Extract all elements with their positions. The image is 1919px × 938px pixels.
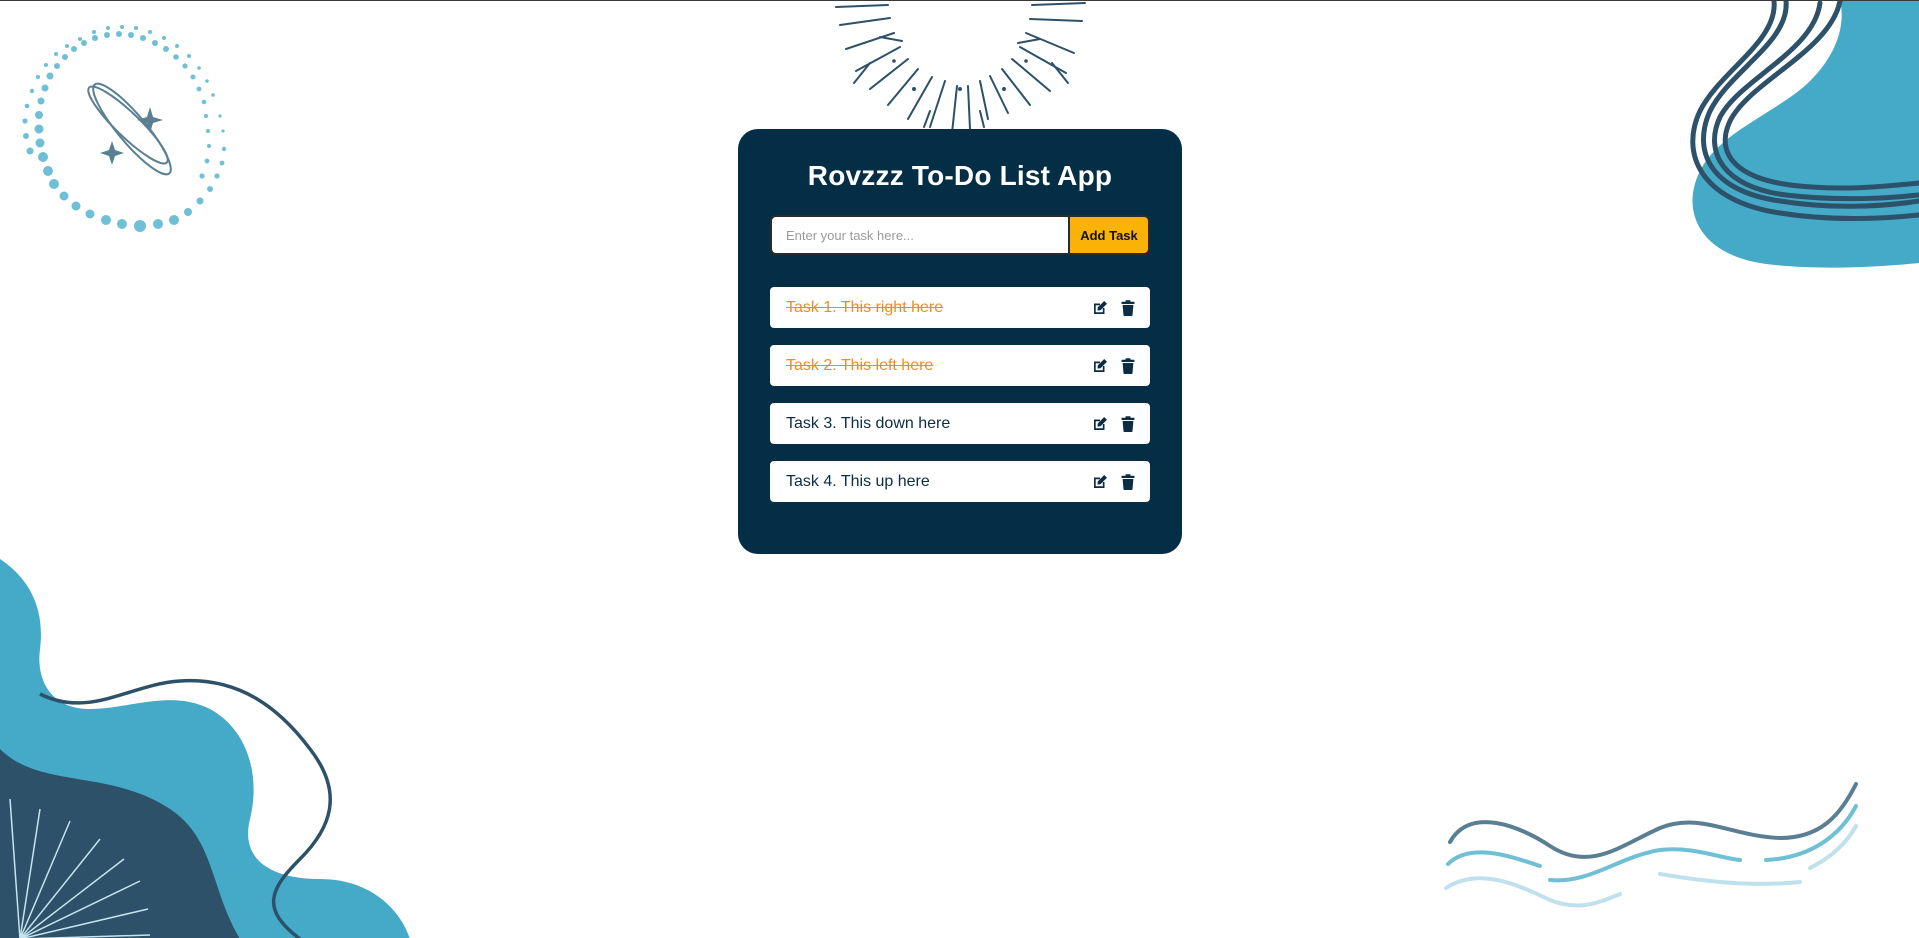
sunburst-decoration [835, 2, 1086, 133]
edit-icon[interactable] [1091, 473, 1108, 490]
task-item[interactable]: Task 1. This right here [770, 287, 1150, 328]
task-text[interactable]: Task 3. This down here [786, 415, 950, 433]
task-actions [1091, 473, 1136, 490]
trash-icon[interactable] [1119, 299, 1136, 316]
todo-app-card: Rovzzz To-Do List App Add Task Task 1. T… [738, 129, 1182, 554]
edit-icon[interactable] [1091, 299, 1108, 316]
trash-icon[interactable] [1119, 357, 1136, 374]
edit-icon[interactable] [1091, 357, 1108, 374]
bottom-left-wave-decoration [0, 559, 410, 938]
bottom-right-waves-decoration [1444, 782, 1858, 908]
page: Rovzzz To-Do List App Add Task Task 1. T… [0, 0, 1919, 938]
trash-icon[interactable] [1119, 415, 1136, 432]
task-actions [1091, 299, 1136, 316]
trash-icon[interactable] [1119, 473, 1136, 490]
add-task-button[interactable]: Add Task [1070, 215, 1150, 255]
app-title: Rovzzz To-Do List App [807, 160, 1113, 191]
task-list: Task 1. This right here Task 2. This lef… [770, 287, 1150, 502]
task-input[interactable] [770, 215, 1070, 255]
spiral-dots-decoration [22, 25, 227, 232]
task-text[interactable]: Task 2. This left here [786, 357, 933, 375]
task-item[interactable]: Task 3. This down here [770, 403, 1150, 444]
task-actions [1091, 415, 1136, 432]
top-right-wave-decoration [1690, 1, 1919, 268]
task-input-row: Add Task [770, 215, 1150, 255]
task-text[interactable]: Task 1. This right here [786, 299, 943, 317]
task-actions [1091, 357, 1136, 374]
task-item[interactable]: Task 2. This left here [770, 345, 1150, 386]
task-text[interactable]: Task 4. This up here [786, 473, 930, 491]
task-item[interactable]: Task 4. This up here [770, 461, 1150, 502]
edit-icon[interactable] [1091, 415, 1108, 432]
